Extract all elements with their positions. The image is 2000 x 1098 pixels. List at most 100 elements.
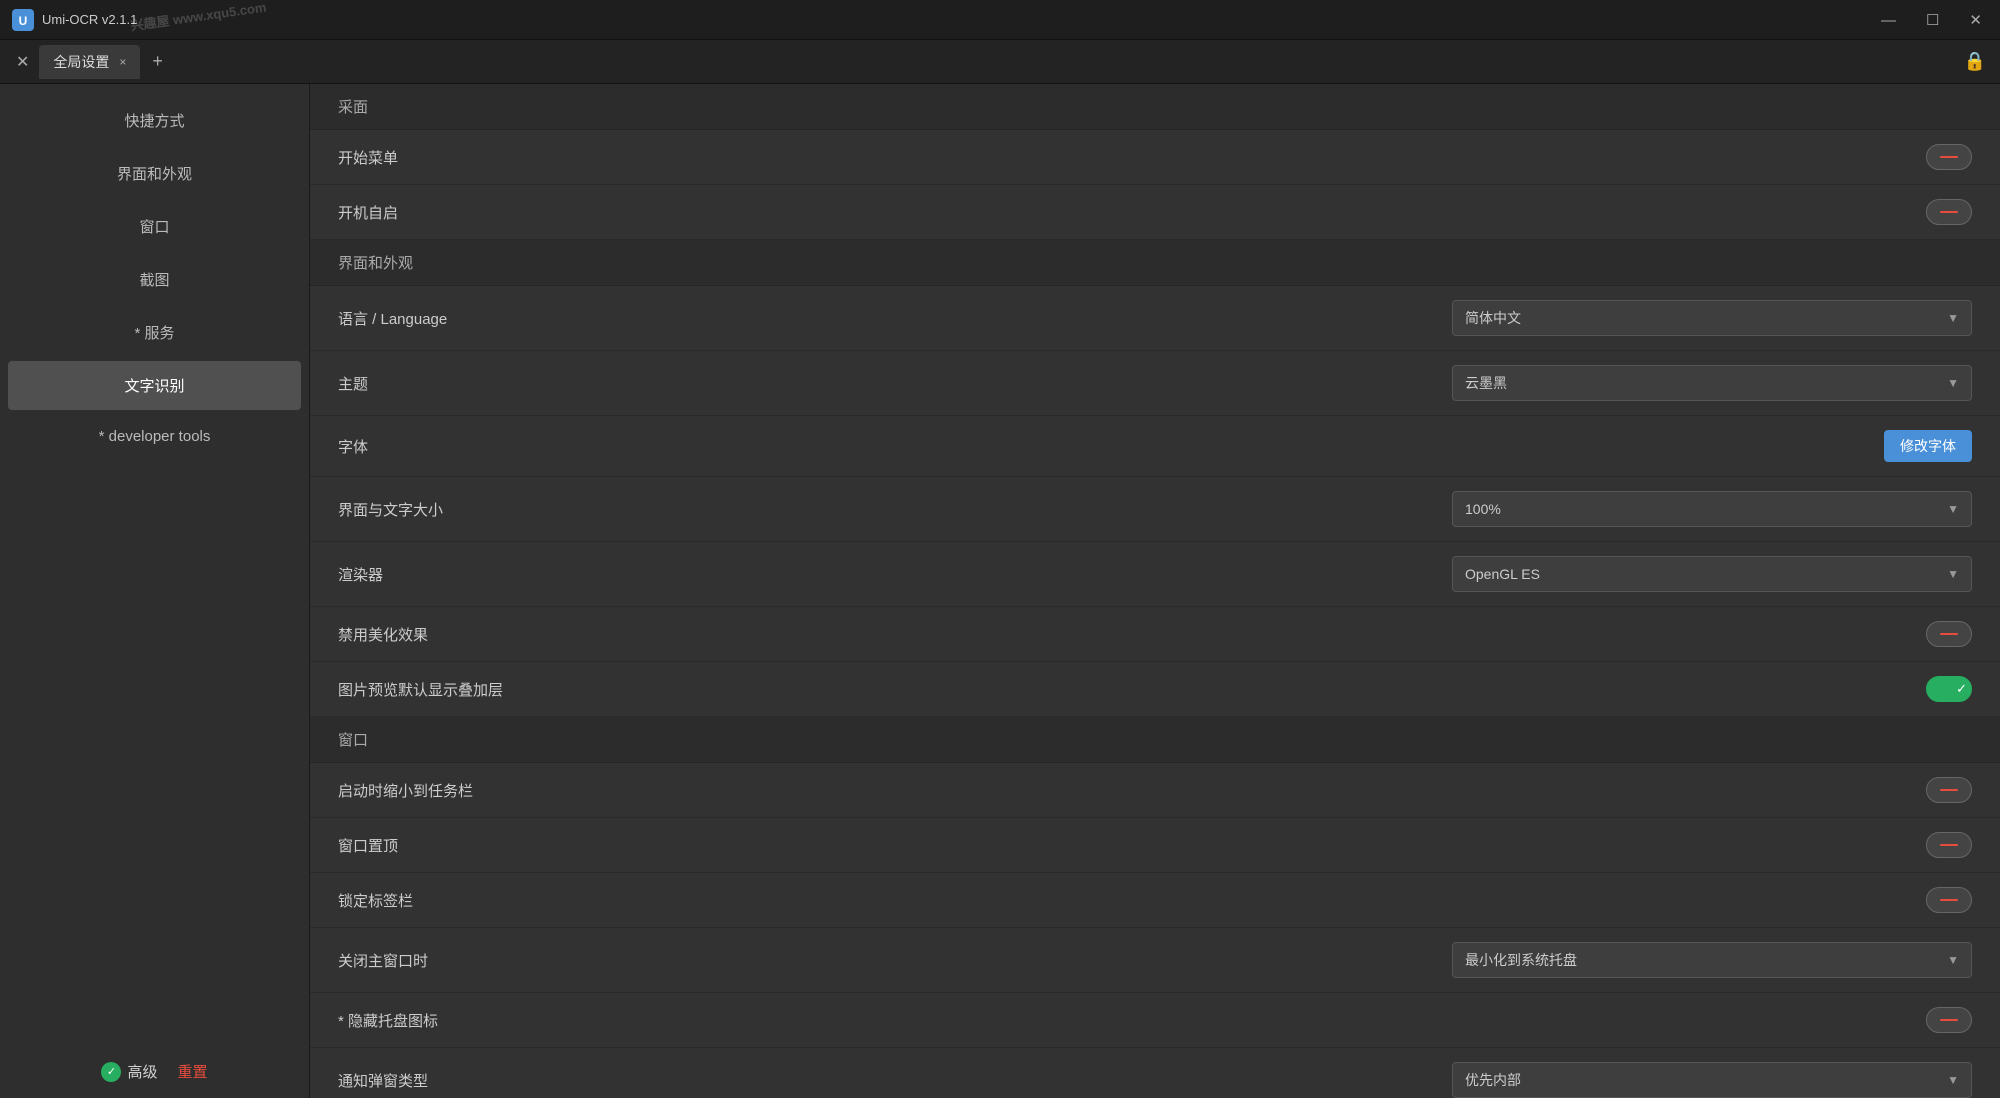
start-menu-label: 开始菜单 (338, 147, 398, 168)
lock-tabs-control (1926, 887, 1972, 913)
section-header-window: 窗口 (310, 717, 2000, 763)
lock-tabs-label: 锁定标签栏 (338, 890, 413, 911)
section-header-appearance: 界面和外观 (310, 240, 2000, 286)
tab-label: 全局设置 (53, 52, 109, 72)
sidebar-item-devtools[interactable]: * developer tools (8, 414, 301, 459)
check-icon: ✓ (1956, 681, 1967, 697)
sidebar-item-appearance[interactable]: 界面和外观 (8, 149, 301, 198)
advanced-label: 高级 (127, 1061, 157, 1082)
overlay-toggle[interactable]: ✓ (1926, 676, 1972, 702)
dropdown-arrow-icon: ▼ (1947, 311, 1959, 325)
tab-close-left-button[interactable]: ✕ (10, 48, 35, 76)
toggle-minus-icon (1940, 789, 1958, 791)
ui-size-control: 100% ▼ (1452, 491, 1972, 527)
ui-size-value: 100% (1465, 501, 1501, 517)
main-layout: 快捷方式 界面和外观 窗口 截图 * 服务 文字识别 * developer t… (0, 84, 2000, 1098)
renderer-value: OpenGL ES (1465, 566, 1540, 582)
sidebar: 快捷方式 界面和外观 窗口 截图 * 服务 文字识别 * developer t… (0, 84, 310, 1098)
setting-row-close-window: 关闭主窗口时 最小化到系统托盘 ▼ (310, 928, 2000, 993)
theme-label: 主题 (338, 373, 368, 394)
dropdown-arrow-icon: ▼ (1947, 502, 1959, 516)
tab-add-button[interactable]: + (144, 47, 171, 76)
close-window-control: 最小化到系统托盘 ▼ (1452, 942, 1972, 978)
app-icon: U (12, 9, 34, 31)
setting-row-lock-tabs: 锁定标签栏 (310, 873, 2000, 928)
tab-close-button[interactable]: × (119, 55, 126, 69)
hide-tray-control (1926, 1007, 1972, 1033)
notification-type-label: 通知弹窗类型 (338, 1070, 428, 1091)
modify-font-button[interactable]: 修改字体 (1884, 430, 1972, 462)
close-window-dropdown[interactable]: 最小化到系统托盘 ▼ (1452, 942, 1972, 978)
setting-row-ui-size: 界面与文字大小 100% ▼ (310, 477, 2000, 542)
toggle-minus-icon (1940, 1019, 1958, 1021)
ui-size-label: 界面与文字大小 (338, 499, 443, 520)
dropdown-arrow-icon: ▼ (1947, 376, 1959, 390)
close-window-label: 关闭主窗口时 (338, 950, 428, 971)
lock-icon[interactable]: 🔒 (1964, 51, 1986, 72)
notification-type-value: 优先内部 (1465, 1070, 1521, 1090)
reset-button[interactable]: 重置 (178, 1061, 208, 1082)
language-dropdown[interactable]: 简体中文 ▼ (1452, 300, 1972, 336)
svg-text:U: U (19, 14, 28, 28)
language-control: 简体中文 ▼ (1452, 300, 1972, 336)
disable-effects-label: 禁用美化效果 (338, 624, 428, 645)
setting-row-theme: 主题 云墨黑 ▼ (310, 351, 2000, 416)
tabbar: ✕ 全局设置 × + 🔒 (0, 40, 2000, 84)
renderer-control: OpenGL ES ▼ (1452, 556, 1972, 592)
sidebar-item-shortcuts[interactable]: 快捷方式 (8, 96, 301, 145)
always-top-control (1926, 832, 1972, 858)
setting-row-language: 语言 / Language 简体中文 ▼ (310, 286, 2000, 351)
start-menu-control (1926, 144, 1972, 170)
sidebar-item-screenshot[interactable]: 截图 (8, 255, 301, 304)
disable-effects-control (1926, 621, 1972, 647)
font-label: 字体 (338, 436, 368, 457)
close-button[interactable]: ✕ (1963, 9, 1988, 31)
restore-button[interactable]: ☐ (1920, 9, 1945, 31)
dropdown-arrow-icon: ▼ (1947, 953, 1959, 967)
dropdown-arrow-icon: ▼ (1947, 567, 1959, 581)
settings-content: 采面 开始菜单 开机自启 界面和外观 语言 / La (310, 84, 2000, 1098)
sidebar-footer: ✓ 高级 重置 (0, 1061, 309, 1082)
notification-type-dropdown[interactable]: 优先内部 ▼ (1452, 1062, 1972, 1098)
autostart-toggle[interactable] (1926, 199, 1972, 225)
titlebar: U Umi-OCR v2.1.1 — ☐ ✕ 兴趣屋 www.xqu5.com (0, 0, 2000, 40)
ui-size-dropdown[interactable]: 100% ▼ (1452, 491, 1972, 527)
hide-tray-toggle[interactable] (1926, 1007, 1972, 1033)
notification-type-control: 优先内部 ▼ (1452, 1062, 1972, 1098)
advanced-button[interactable]: ✓ 高级 (101, 1061, 157, 1082)
toggle-minus-icon (1940, 844, 1958, 846)
minimize-button[interactable]: — (1875, 10, 1902, 31)
autostart-control (1926, 199, 1972, 225)
sidebar-item-window[interactable]: 窗口 (8, 202, 301, 251)
autostart-label: 开机自启 (338, 202, 398, 223)
always-top-toggle[interactable] (1926, 832, 1972, 858)
disable-effects-toggle[interactable] (1926, 621, 1972, 647)
language-value: 简体中文 (1465, 308, 1521, 328)
start-menu-toggle[interactable] (1926, 144, 1972, 170)
toggle-minus-icon (1940, 899, 1958, 901)
window-controls: — ☐ ✕ (1875, 0, 1988, 40)
setting-row-font: 字体 修改字体 (310, 416, 2000, 477)
setting-row-minimize-tray: 启动时缩小到任务栏 (310, 763, 2000, 818)
font-control: 修改字体 (1884, 430, 1972, 462)
app-title: Umi-OCR v2.1.1 (42, 12, 137, 27)
renderer-label: 渲染器 (338, 564, 383, 585)
close-window-value: 最小化到系统托盘 (1465, 950, 1577, 970)
setting-row-start-menu: 开始菜单 (310, 130, 2000, 185)
setting-row-overlay: 图片预览默认显示叠加层 ✓ (310, 662, 2000, 717)
theme-value: 云墨黑 (1465, 373, 1507, 393)
setting-row-renderer: 渲染器 OpenGL ES ▼ (310, 542, 2000, 607)
lock-tabs-toggle[interactable] (1926, 887, 1972, 913)
sidebar-item-ocr[interactable]: 文字识别 (8, 361, 301, 410)
hide-tray-label: * 隐藏托盘图标 (338, 1010, 438, 1031)
minimize-tray-toggle[interactable] (1926, 777, 1972, 803)
watermark-top: 兴趣屋 www.xqu5.com (129, 0, 267, 34)
renderer-dropdown[interactable]: OpenGL ES ▼ (1452, 556, 1972, 592)
sidebar-item-service[interactable]: * 服务 (8, 308, 301, 357)
minimize-tray-label: 启动时缩小到任务栏 (338, 780, 473, 801)
setting-row-always-top: 窗口置顶 (310, 818, 2000, 873)
tab-global-settings[interactable]: 全局设置 × (39, 45, 140, 79)
setting-row-autostart: 开机自启 (310, 185, 2000, 240)
check-icon: ✓ (101, 1062, 121, 1082)
theme-dropdown[interactable]: 云墨黑 ▼ (1452, 365, 1972, 401)
